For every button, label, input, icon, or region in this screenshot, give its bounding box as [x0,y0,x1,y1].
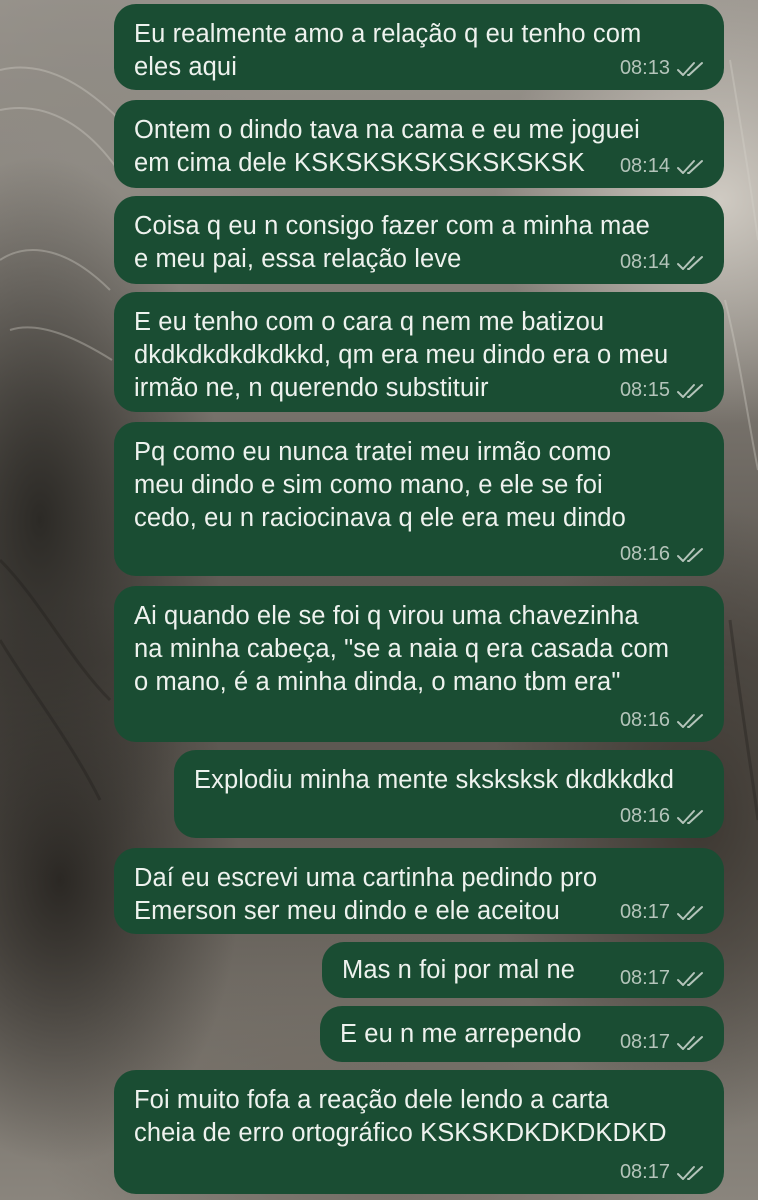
message-text: Pq como eu nunca tratei meu irmão como m… [134,438,626,532]
message-text: Ontem o dindo tava na cama e eu me jogue… [134,116,640,177]
message-bubble[interactable]: Eu realmente amo a relação q eu tenho co… [114,4,724,90]
double-check-icon [677,971,703,986]
message-bubble[interactable]: Daí eu escrevi uma cartinha pedindo pro … [114,848,724,934]
message-time: 08:17 [619,1161,670,1183]
double-check-icon [677,383,703,398]
double-check-icon [677,159,703,174]
message-bubble[interactable]: E eu n me arrependo 08:17 [320,1006,724,1062]
message-time: 08:17 [619,901,670,923]
message-bubble[interactable]: Mas n foi por mal ne 08:17 [322,942,724,998]
message-text: Explodiu minha mente sksksksk dkdkkdkd [194,766,675,794]
message-time: 08:14 [619,251,670,273]
double-check-icon [677,547,703,562]
double-check-icon [677,1165,703,1180]
message-bubble[interactable]: Foi muito fofa a reação dele lendo a car… [114,1070,724,1194]
message-text: Daí eu escrevi uma cartinha pedindo pro … [134,864,598,925]
message-bubble[interactable]: Explodiu minha mente sksksksk dkdkkdkd 0… [174,750,724,838]
message-time: 08:16 [619,805,670,827]
double-check-icon [677,1035,703,1050]
message-text: Ai quando ele se foi q virou uma chavezi… [134,602,670,696]
message-time: 08:16 [619,543,670,565]
message-meta: 08:17 [620,1161,706,1184]
message-time: 08:17 [619,967,670,989]
chat-thread: Eu realmente amo a relação q eu tenho co… [0,0,758,1200]
message-text: Coisa q eu n consigo fazer com a minha m… [134,212,650,273]
double-check-icon [677,905,703,920]
message-text: Foi muito fofa a reação dele lendo a car… [134,1086,667,1147]
message-meta: 08:14 [620,155,706,178]
double-check-icon [677,255,703,270]
message-bubble[interactable]: Ontem o dindo tava na cama e eu me jogue… [114,100,724,188]
message-meta: 08:16 [620,709,706,732]
message-time: 08:17 [619,1031,670,1053]
message-time: 08:15 [619,379,670,401]
message-bubble[interactable]: Pq como eu nunca tratei meu irmão como m… [114,422,724,576]
double-check-icon [677,61,703,76]
double-check-icon [677,713,703,728]
message-meta: 08:16 [620,543,706,566]
message-text: Eu realmente amo a relação q eu tenho co… [134,20,642,81]
message-time: 08:14 [619,155,670,177]
double-check-icon [677,809,703,824]
message-meta: 08:16 [620,805,706,828]
message-meta: 08:15 [620,379,706,402]
message-bubble[interactable]: E eu tenho com o cara q nem me batizou d… [114,292,724,412]
message-meta: 08:14 [620,251,706,274]
message-time: 08:16 [619,709,670,731]
message-bubble[interactable]: Coisa q eu n consigo fazer com a minha m… [114,196,724,284]
message-meta: 08:17 [620,1031,706,1054]
message-meta: 08:17 [620,967,706,990]
message-bubble[interactable]: Ai quando ele se foi q virou uma chavezi… [114,586,724,742]
message-time: 08:13 [619,57,670,79]
message-text: E eu tenho com o cara q nem me batizou d… [134,308,669,402]
message-meta: 08:13 [620,57,706,80]
message-meta: 08:17 [620,901,706,924]
